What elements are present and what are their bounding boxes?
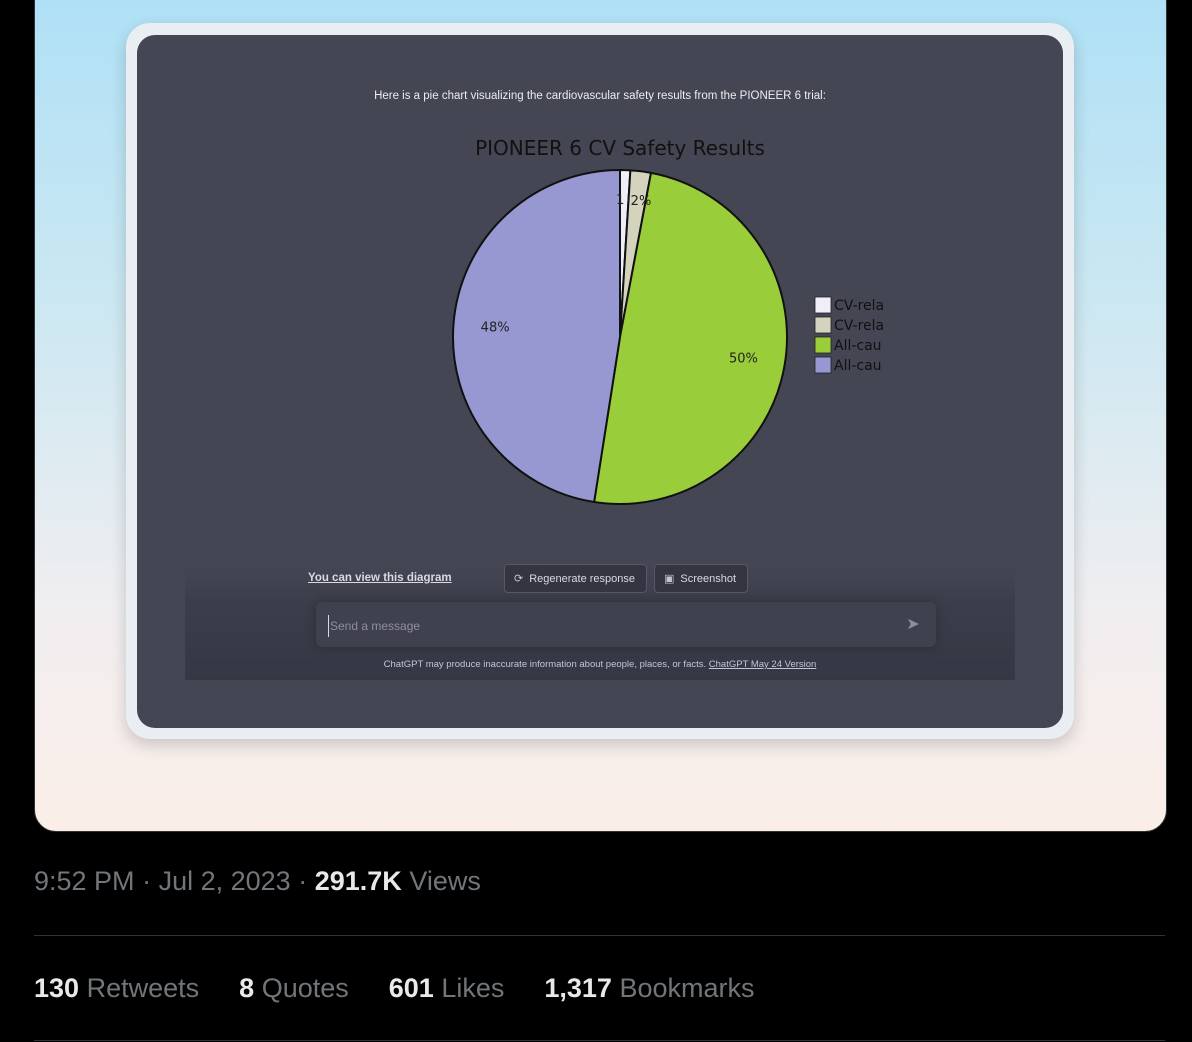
- slice-label: 50%: [729, 351, 758, 366]
- view-diagram-link[interactable]: You can view this diagram: [308, 572, 452, 584]
- tweet-time[interactable]: 9:52 PM: [34, 866, 135, 896]
- retweets-label: Retweets: [86, 973, 200, 1003]
- quotes-stat[interactable]: 8 Quotes: [239, 973, 349, 1004]
- screenshot-button[interactable]: ▣ Screenshot: [654, 564, 748, 593]
- legend-swatch: [814, 356, 832, 374]
- bookmarks-label: Bookmarks: [619, 973, 755, 1003]
- likes-count: 601: [388, 973, 434, 1003]
- legend-label: CV-rela: [834, 298, 884, 314]
- views-count: 291.7K: [314, 866, 402, 896]
- separator: ·: [142, 866, 152, 896]
- chatgpt-window: Here is a pie chart visualizing the card…: [137, 35, 1063, 728]
- regenerate-label: Regenerate response: [529, 572, 636, 585]
- legend-swatch: [814, 296, 832, 314]
- bookmarks-count: 1,317: [544, 973, 612, 1003]
- retweets-count: 130: [34, 973, 80, 1003]
- message-box: ➤: [316, 602, 936, 647]
- quotes-count: 8: [239, 973, 255, 1003]
- camera-icon: ▣: [664, 573, 675, 585]
- retweets-stat[interactable]: 130 Retweets: [34, 973, 199, 1004]
- refresh-icon: ⟳: [514, 573, 524, 585]
- divider: [34, 935, 1165, 936]
- disclaimer-text: ChatGPT may produce inaccurate informati…: [383, 659, 707, 670]
- separator: ·: [298, 866, 308, 896]
- tweet-meta: 9:52 PM · Jul 2, 2023 · 291.7K Views: [34, 866, 481, 897]
- pie-chart: PIONEER 6 CV Safety Results 1 2% 50% 48% CV…: [452, 136, 884, 505]
- tweet-date[interactable]: Jul 2, 2023: [159, 866, 291, 896]
- views-label: Views: [409, 866, 481, 896]
- quotes-label: Quotes: [261, 973, 349, 1003]
- legend-label: All-cau: [834, 338, 882, 354]
- version-link[interactable]: ChatGPT May 24 Version: [709, 659, 817, 670]
- screenshot-label: Screenshot: [680, 572, 737, 585]
- send-icon[interactable]: ➤: [902, 614, 924, 636]
- legend-label: CV-rela: [834, 318, 884, 334]
- likes-stat[interactable]: 601 Likes: [389, 973, 505, 1004]
- likes-label: Likes: [441, 973, 505, 1003]
- message-input[interactable]: [328, 615, 892, 637]
- disclaimer: ChatGPT may produce inaccurate informati…: [137, 659, 1063, 670]
- chart-title: PIONEER 6 CV Safety Results: [475, 136, 765, 160]
- engagement-stats: 130 Retweets 8 Quotes 601 Likes 1,317 Bo…: [34, 973, 755, 1004]
- slice-label: 48%: [481, 320, 510, 335]
- regenerate-button[interactable]: ⟳ Regenerate response: [504, 564, 647, 593]
- bookmarks-stat[interactable]: 1,317 Bookmarks: [544, 973, 754, 1004]
- legend-swatch: [814, 336, 832, 354]
- divider: [34, 1040, 1165, 1041]
- legend-swatch: [814, 316, 832, 334]
- slice-label: 2%: [631, 194, 652, 209]
- legend-label: All-cau: [834, 358, 882, 374]
- slice-label: 1: [616, 193, 624, 208]
- pie-slice: [452, 168, 621, 504]
